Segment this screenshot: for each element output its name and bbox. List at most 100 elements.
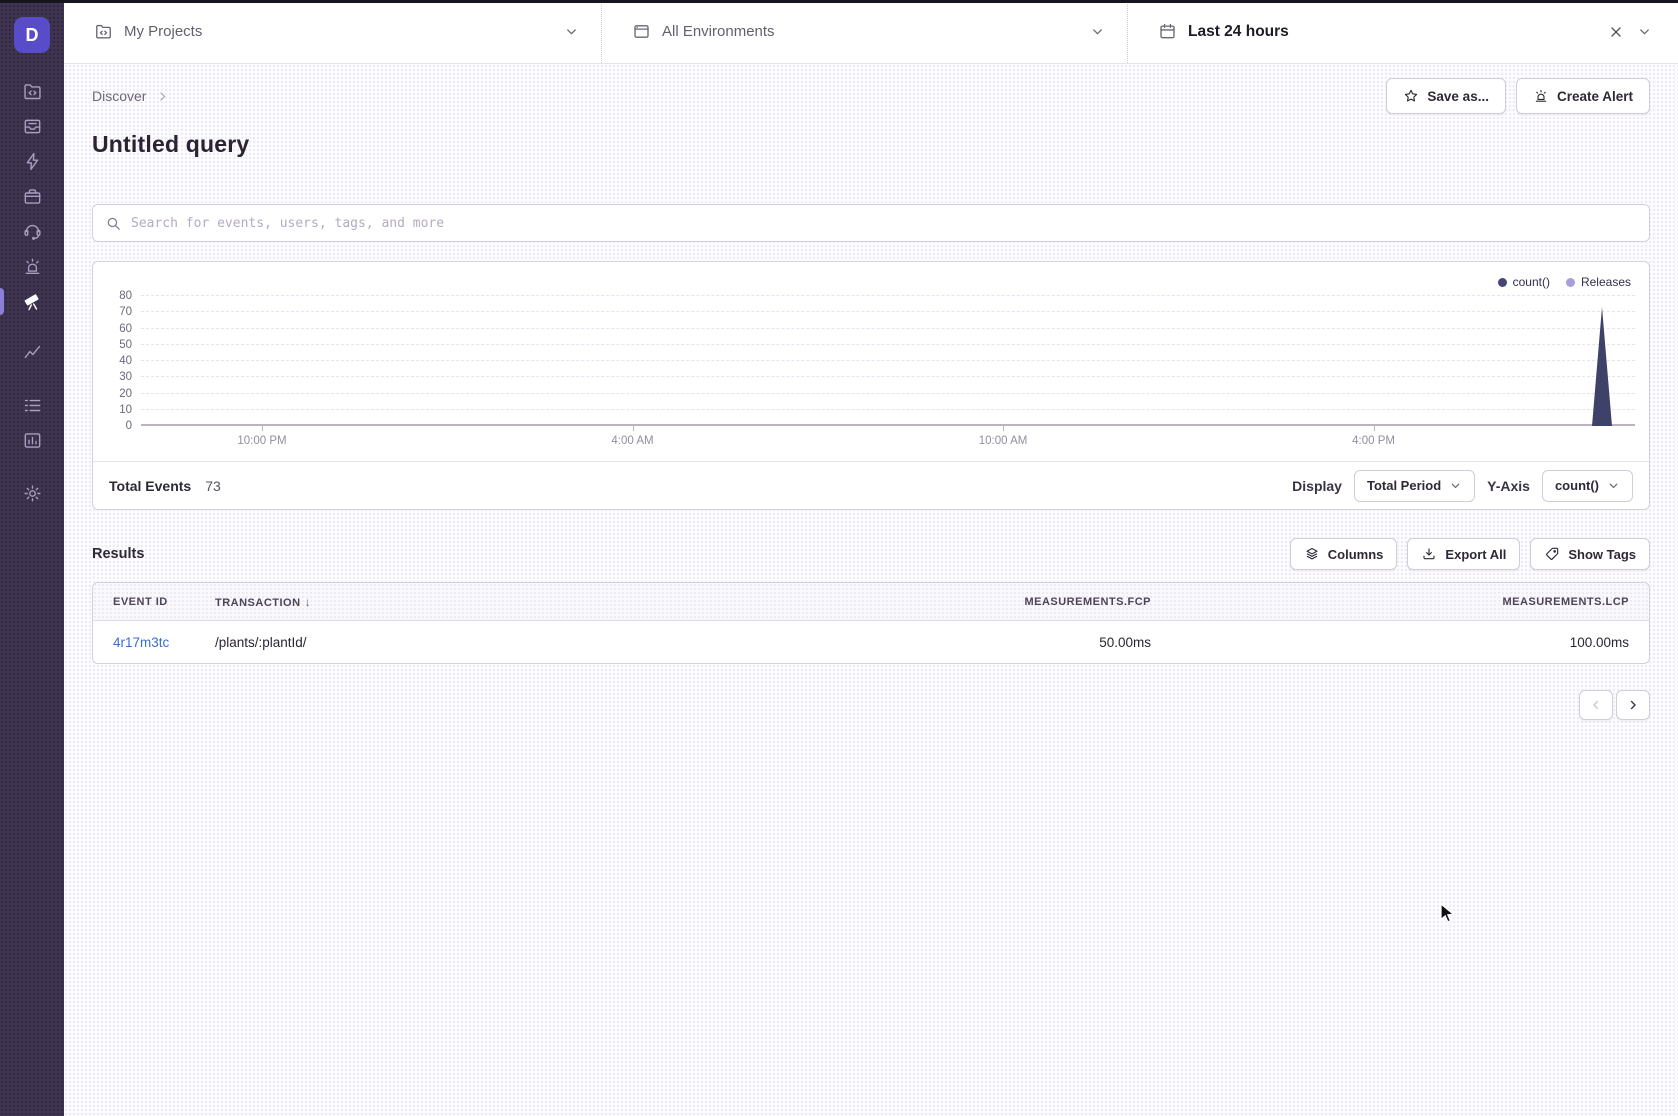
total-events-label: Total Events bbox=[109, 478, 191, 494]
save-as-button[interactable]: Save as... bbox=[1386, 78, 1506, 114]
gridline bbox=[141, 393, 1635, 394]
chevron-right-icon bbox=[156, 90, 169, 103]
environments-icon bbox=[632, 22, 651, 41]
x-axis-tick-mark bbox=[262, 426, 263, 431]
gridline bbox=[141, 360, 1635, 361]
display-select[interactable]: Total Period bbox=[1354, 470, 1475, 502]
project-selector[interactable]: My Projects bbox=[64, 0, 602, 63]
feedback-icon bbox=[22, 221, 43, 242]
chart-plot: 0102030405060708010:00 PM4:00 AM10:00 AM… bbox=[141, 296, 1635, 426]
search-icon bbox=[105, 215, 122, 232]
sidebar-item-dashboards[interactable] bbox=[0, 335, 64, 370]
gridline bbox=[141, 328, 1635, 329]
settings-icon bbox=[22, 483, 43, 504]
dashboards-icon bbox=[22, 342, 43, 363]
events-chart: count() Releases 0102030405060708010:00 P… bbox=[93, 262, 1649, 461]
chart-footer: Total Events 73 Display Total Period Y-A… bbox=[93, 461, 1649, 509]
results-heading: Results bbox=[92, 546, 144, 562]
issues-icon bbox=[22, 116, 43, 137]
performance-icon bbox=[22, 151, 43, 172]
sidebar-item-projects[interactable] bbox=[0, 74, 64, 109]
sidebar: D bbox=[0, 0, 64, 1116]
chevron-down-icon bbox=[1449, 479, 1462, 492]
next-page-button[interactable] bbox=[1616, 690, 1650, 720]
x-axis-tick-label: 10:00 PM bbox=[237, 435, 286, 447]
create-alert-button[interactable]: Create Alert bbox=[1516, 78, 1650, 114]
pagination bbox=[92, 690, 1650, 720]
lcp-cell: 100.00ms bbox=[1171, 635, 1629, 650]
sort-descending-icon: ↓ bbox=[305, 595, 312, 609]
export-all-button[interactable]: Export All bbox=[1407, 538, 1520, 570]
table-header-row: EVENT ID TRANSACTION↓ MEASUREMENTS.FCP M… bbox=[93, 583, 1649, 621]
x-axis-tick-mark bbox=[633, 426, 634, 431]
calendar-icon bbox=[1158, 22, 1177, 41]
date-range-selector[interactable]: Last 24 hours bbox=[1128, 0, 1678, 63]
search-input[interactable] bbox=[131, 216, 1637, 231]
star-icon bbox=[1403, 88, 1419, 104]
discover-icon bbox=[22, 291, 43, 312]
column-header-event-id[interactable]: EVENT ID bbox=[113, 596, 195, 608]
chevron-down-icon[interactable] bbox=[1637, 24, 1652, 39]
sidebar-item-discover[interactable] bbox=[0, 284, 64, 319]
x-axis-tick-label: 4:00 PM bbox=[1352, 435, 1395, 447]
column-header-measurements-lcp[interactable]: MEASUREMENTS.LCP bbox=[1171, 596, 1629, 608]
show-tags-button[interactable]: Show Tags bbox=[1530, 538, 1650, 570]
date-range-label: Last 24 hours bbox=[1188, 23, 1289, 41]
sidebar-item-user-feedback[interactable] bbox=[0, 214, 64, 249]
sidebar-item-alerts[interactable] bbox=[0, 249, 64, 284]
column-header-measurements-fcp[interactable]: MEASUREMENTS.FCP bbox=[693, 596, 1151, 608]
chart-legend: count() Releases bbox=[1498, 275, 1631, 289]
y-axis-tick-label: 20 bbox=[119, 388, 132, 400]
y-axis-tick-label: 40 bbox=[119, 355, 132, 367]
sidebar-item-performance[interactable] bbox=[0, 144, 64, 179]
sidebar-item-releases[interactable] bbox=[0, 179, 64, 214]
sidebar-item-issues[interactable] bbox=[0, 109, 64, 144]
tag-icon bbox=[1544, 546, 1560, 562]
count-series-spike bbox=[1592, 307, 1612, 426]
gridline bbox=[141, 424, 1635, 426]
page-title: Untitled query bbox=[92, 131, 1650, 158]
window-top-edge bbox=[0, 0, 1678, 3]
legend-item-count[interactable]: count() bbox=[1498, 275, 1550, 289]
previous-page-button[interactable] bbox=[1579, 690, 1613, 720]
gridline bbox=[141, 376, 1635, 377]
y-axis-tick-label: 80 bbox=[119, 290, 132, 302]
table-row: 4r17m3tc /plants/:plantId/ 50.00ms 100.0… bbox=[93, 621, 1649, 663]
releases-icon bbox=[22, 186, 43, 207]
projects-icon bbox=[94, 22, 113, 41]
y-axis-tick-label: 60 bbox=[119, 323, 132, 335]
project-selector-label: My Projects bbox=[124, 23, 202, 40]
yaxis-label: Y-Axis bbox=[1487, 478, 1530, 494]
chevron-down-icon bbox=[1090, 24, 1105, 39]
event-id-link[interactable]: 4r17m3tc bbox=[113, 635, 195, 650]
search-bar bbox=[92, 204, 1650, 242]
x-axis-tick-label: 4:00 AM bbox=[611, 435, 653, 447]
clear-date-icon[interactable] bbox=[1608, 24, 1624, 40]
environment-selector-label: All Environments bbox=[662, 23, 775, 40]
gridline bbox=[141, 344, 1635, 345]
x-axis-tick-label: 10:00 AM bbox=[979, 435, 1028, 447]
y-axis-tick-label: 30 bbox=[119, 371, 132, 383]
display-label: Display bbox=[1292, 478, 1342, 494]
sidebar-item-monitors[interactable] bbox=[0, 388, 64, 423]
y-axis-tick-label: 10 bbox=[119, 404, 132, 416]
legend-dot-icon bbox=[1498, 278, 1507, 287]
download-icon bbox=[1421, 546, 1437, 562]
sidebar-item-stats[interactable] bbox=[0, 423, 64, 458]
column-header-transaction[interactable]: TRANSACTION↓ bbox=[215, 595, 673, 609]
siren-icon bbox=[1533, 88, 1549, 104]
sidebar-item-settings[interactable] bbox=[0, 476, 64, 511]
events-chart-panel: count() Releases 0102030405060708010:00 P… bbox=[92, 261, 1650, 510]
alerts-icon bbox=[22, 256, 43, 277]
stats-icon bbox=[22, 430, 43, 451]
environment-selector[interactable]: All Environments bbox=[602, 0, 1128, 63]
y-axis-tick-label: 0 bbox=[126, 420, 132, 432]
breadcrumb-discover-link[interactable]: Discover bbox=[92, 88, 146, 104]
org-avatar[interactable]: D bbox=[14, 17, 50, 53]
columns-button[interactable]: Columns bbox=[1290, 538, 1398, 570]
chevron-down-icon bbox=[1607, 479, 1620, 492]
legend-item-releases[interactable]: Releases bbox=[1566, 275, 1631, 289]
x-axis-tick-mark bbox=[1374, 426, 1375, 431]
yaxis-select[interactable]: count() bbox=[1542, 470, 1633, 502]
transaction-cell: /plants/:plantId/ bbox=[215, 635, 673, 650]
